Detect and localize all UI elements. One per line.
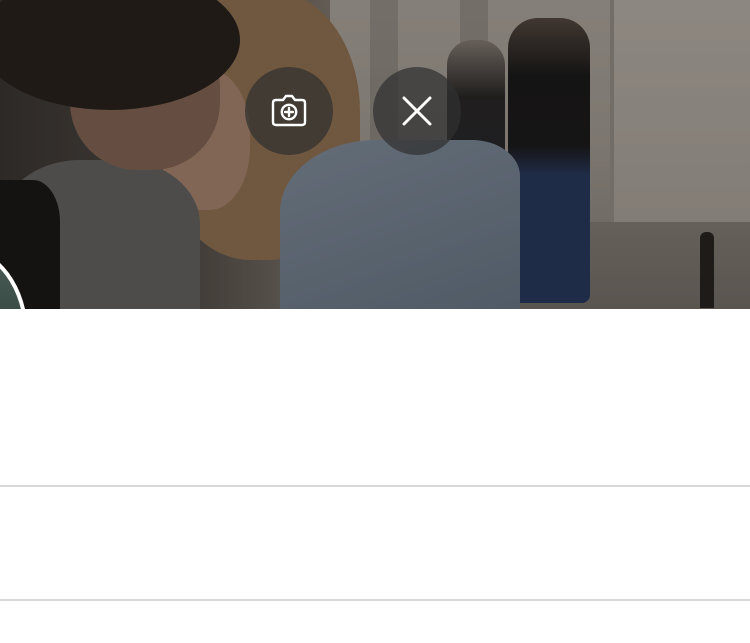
header-photo[interactable]: [0, 0, 750, 309]
location-field[interactable]: [0, 601, 750, 643]
edit-profile-screen: [0, 0, 750, 643]
photo-dim-overlay: [0, 0, 750, 309]
name-field[interactable]: [0, 309, 750, 485]
remove-header-photo-button[interactable]: [373, 67, 461, 155]
add-header-photo-button[interactable]: [245, 67, 333, 155]
close-icon: [399, 93, 435, 129]
camera-plus-icon: [269, 91, 309, 131]
bio-field[interactable]: [0, 487, 750, 599]
